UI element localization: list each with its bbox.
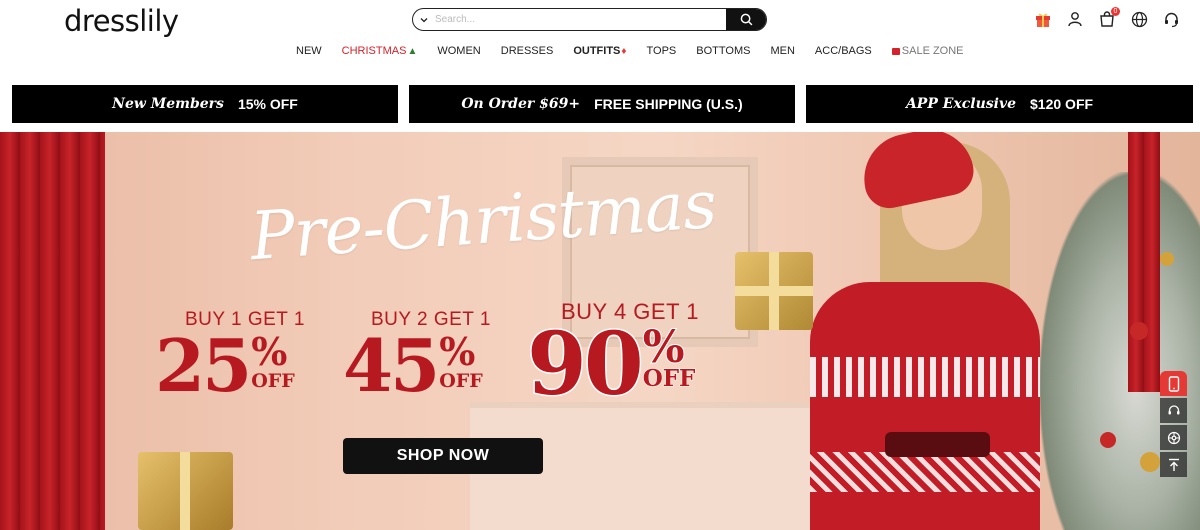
headset-icon[interactable]: [1161, 9, 1181, 29]
main-nav: NEW CHRISTMAS ▲ WOMEN DRESSES OUTFITS ♦ TO…: [296, 45, 984, 57]
sale-bag-icon: [891, 47, 900, 55]
header-icons: 0: [1033, 7, 1181, 29]
nav-item-bottoms[interactable]: BOTTOMS: [696, 45, 750, 57]
ornament: [1130, 322, 1148, 340]
chevron-down-icon[interactable]: [413, 15, 435, 25]
ornament: [1140, 452, 1160, 472]
shop-now-button[interactable]: SHOP NOW: [343, 438, 543, 474]
search-button[interactable]: [726, 9, 766, 30]
floating-sidebar: [1160, 371, 1187, 477]
gift-box-held: [735, 252, 813, 330]
red-curtain-left: [0, 132, 105, 530]
nav-item-christmas[interactable]: CHRISTMAS ▲: [342, 45, 418, 57]
search-icon: [740, 13, 752, 26]
nav-item-men[interactable]: MEN: [770, 45, 794, 57]
customer-service-icon[interactable]: [1160, 398, 1187, 423]
page: dresslily 0 NEW CHRISTMAS▲ WOMEN DRE: [0, 0, 1200, 530]
nav-item-outfits[interactable]: OUTFITS ♦: [573, 45, 626, 57]
mobile-app-icon[interactable]: [1160, 371, 1187, 396]
promo-new-members[interactable]: New Members 15% OFF: [12, 85, 398, 123]
ornament: [1160, 252, 1174, 266]
nav-item-women[interactable]: WOMEN: [437, 45, 480, 57]
offer-buy1-get1: BUY 1 GET 1 25 % OFF: [155, 309, 305, 408]
promo-free-shipping[interactable]: On Order $69+ FREE SHIPPING (U.S.): [409, 85, 795, 123]
cart-count-badge: 0: [1111, 7, 1120, 16]
gift-icon[interactable]: [1033, 9, 1053, 29]
nav-item-sale-zone[interactable]: SALE ZONE: [891, 45, 964, 57]
nav-item-new[interactable]: NEW: [296, 45, 322, 57]
settings-wheel-icon[interactable]: [1160, 425, 1187, 450]
flame-icon: ♦: [621, 45, 627, 57]
promo-app-exclusive[interactable]: APP Exclusive $120 OFF: [806, 85, 1193, 123]
site-logo[interactable]: dresslily: [64, 4, 179, 38]
globe-icon[interactable]: [1129, 9, 1149, 29]
search-input[interactable]: [435, 9, 726, 30]
red-curtain-right: [1128, 132, 1160, 392]
offer-buy4-get1: BUY 4 GET 1 90 % OFF: [526, 299, 699, 415]
nav-item-dresses[interactable]: DRESSES: [501, 45, 554, 57]
hero-banner[interactable]: Pre-Christmas BUY 1 GET 1 25 % OFF BUY 2 …: [0, 132, 1200, 530]
ornament: [1100, 432, 1116, 448]
cart-icon[interactable]: 0: [1097, 7, 1120, 29]
nav-item-tops[interactable]: TOPS: [647, 45, 677, 57]
search-bar: [412, 8, 767, 31]
model-photo: [790, 132, 1060, 530]
nav-item-acc-bags[interactable]: ACC/BAGS: [815, 45, 872, 57]
offer-buy2-get1: BUY 2 GET 1 45 % OFF: [343, 309, 491, 408]
back-to-top-icon[interactable]: [1160, 452, 1187, 477]
christmas-tree-icon: ▲: [407, 45, 418, 57]
gold-gift-box: [138, 452, 233, 530]
user-icon[interactable]: [1065, 9, 1085, 29]
